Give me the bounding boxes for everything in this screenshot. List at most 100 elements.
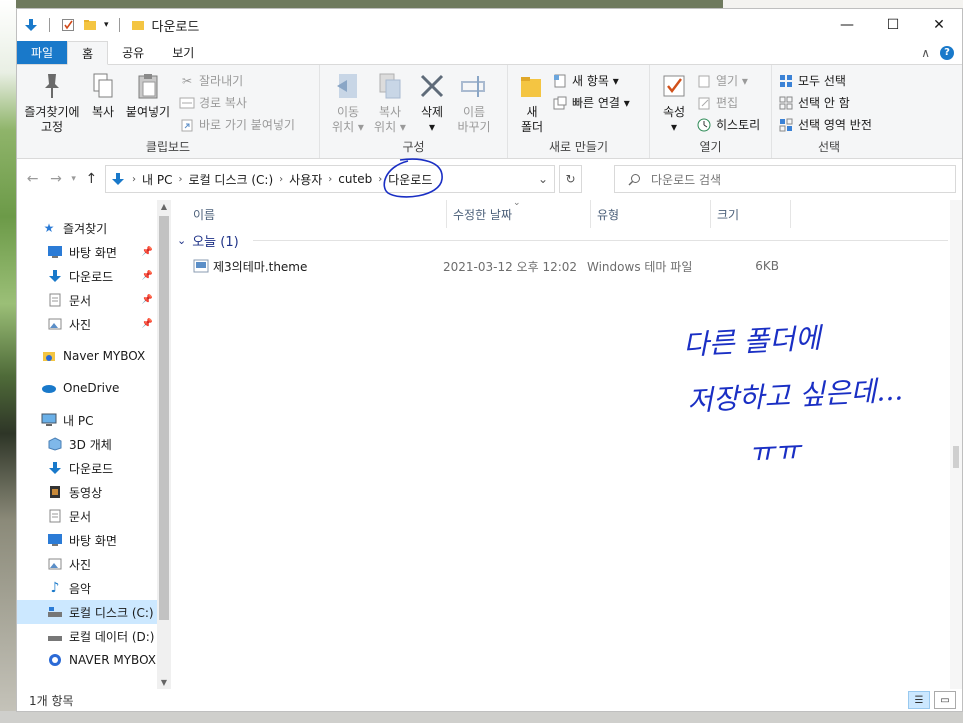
desktop-icon	[47, 244, 63, 260]
invert-selection-button[interactable]: 선택 영역 반전	[778, 115, 872, 134]
ribbon-group-new: 새 폴더 새 항목 ▾ 빠른 연결 ▾ 새로 만들기	[508, 65, 650, 158]
down-arrow-icon[interactable]	[23, 17, 39, 33]
nav-documents[interactable]: 문서	[17, 504, 157, 528]
nav-quick-pictures[interactable]: 사진 📌	[17, 312, 157, 336]
copy-path-button[interactable]: 경로 복사	[179, 93, 295, 112]
easy-access-icon	[552, 95, 568, 111]
nav-local-data-d[interactable]: 로컬 데이터 (D:)	[17, 624, 157, 648]
ribbon-tabs: 파일 홈 공유 보기 ∧ ?	[17, 41, 962, 65]
nav-quick-documents[interactable]: 문서 📌	[17, 288, 157, 312]
nav-music[interactable]: ♪ 음악	[17, 576, 157, 600]
breadcrumb-this-pc[interactable]: 내 PC	[142, 171, 172, 188]
chevron-right-icon[interactable]: ›	[179, 174, 183, 185]
large-icons-view-button[interactable]: ▭	[934, 691, 956, 709]
scroll-up-icon[interactable]: ▲	[157, 202, 171, 211]
pin-icon: 📌	[141, 247, 153, 257]
ribbon-group-open: 속성 ▾ 열기 ▾ 편집 히스토리 열기	[650, 65, 772, 158]
group-header-today[interactable]: ⌄ 오늘 (1)	[177, 228, 948, 252]
copy-icon	[87, 69, 119, 103]
tab-view[interactable]: 보기	[158, 41, 208, 64]
breadcrumb-cuteb[interactable]: cuteb	[338, 172, 372, 186]
easy-access-button[interactable]: 빠른 연결 ▾	[552, 93, 630, 112]
nav-scrollbar[interactable]: ▲ ▼	[157, 200, 171, 689]
nav-downloads[interactable]: 다운로드	[17, 456, 157, 480]
edit-button[interactable]: 편집	[696, 93, 760, 112]
address-bar[interactable]: › 내 PC › 로컬 디스크 (C:) › 사용자 › cuteb › 다운로…	[105, 157, 556, 198]
address-dropdown-icon[interactable]: ⌄	[532, 172, 554, 186]
minimize-button[interactable]: —	[824, 9, 870, 41]
new-item-button[interactable]: 새 항목 ▾	[552, 71, 630, 90]
cut-button[interactable]: ✂ 잘라내기	[179, 71, 295, 90]
status-bar: 1개 항목 ☰ ▭	[17, 689, 962, 711]
scissors-icon: ✂	[181, 73, 193, 88]
mybox-icon	[47, 652, 63, 668]
history-button[interactable]: 히스토리	[696, 115, 760, 134]
select-none-button[interactable]: 선택 안 함	[778, 93, 872, 112]
scroll-down-icon[interactable]: ▼	[157, 678, 171, 687]
folder-icon	[130, 17, 146, 33]
file-modified-cell: 2021-03-12 오후 12:02	[443, 259, 578, 274]
details-view-button[interactable]: ☰	[908, 691, 930, 709]
nav-this-pc[interactable]: 내 PC	[17, 408, 157, 432]
navigation-pane: ★ 즐겨찾기 바탕 화면 📌 다운로드 📌 문서 📌 사진 📌 Naver MY…	[17, 200, 171, 689]
new-folder-icon	[516, 69, 548, 103]
up-button[interactable]: ↑	[82, 171, 101, 187]
chevron-right-icon[interactable]: ›	[328, 174, 332, 185]
content-scrollbar-thumb[interactable]	[953, 446, 959, 468]
maximize-button[interactable]: ☐	[870, 9, 916, 41]
help-icon[interactable]: ?	[940, 45, 954, 60]
customize-dropdown-icon[interactable]: ▾	[104, 20, 109, 30]
column-name[interactable]: 이름	[171, 200, 447, 228]
close-button[interactable]: ✕	[916, 9, 962, 41]
new-folder-icon[interactable]	[82, 17, 98, 33]
star-icon: ★	[43, 221, 55, 235]
chevron-right-icon[interactable]: ›	[279, 174, 283, 185]
nav-videos[interactable]: 동영상	[17, 480, 157, 504]
open-button[interactable]: 열기 ▾	[696, 71, 760, 90]
properties-check-icon[interactable]	[60, 17, 76, 33]
music-note-icon: ♪	[50, 580, 60, 596]
history-icon	[696, 117, 712, 133]
refresh-button[interactable]: ↻	[559, 165, 582, 193]
nav-scrollbar-thumb[interactable]	[159, 216, 169, 620]
ribbon-group-organize: 이동 위치 ▾ 복사 위치 ▾ 삭제 ▾ 이름 바꾸기 구성	[320, 65, 508, 158]
nav-quick-desktop[interactable]: 바탕 화면 📌	[17, 240, 157, 264]
column-modified[interactable]: 수정한 날짜 ⌄	[447, 198, 591, 228]
copy-to-icon	[374, 69, 406, 103]
nav-quick-access[interactable]: ★ 즐겨찾기	[17, 216, 157, 240]
nav-3d-objects[interactable]: 3D 개체	[17, 432, 157, 456]
breadcrumb-downloads[interactable]: 다운로드	[383, 157, 444, 198]
address-row: ← → ▾ ↑ › 내 PC › 로컬 디스크 (C:) › 사용자 › cut…	[17, 157, 962, 199]
nav-quick-downloads[interactable]: 다운로드 📌	[17, 264, 157, 288]
tab-file[interactable]: 파일	[17, 41, 68, 64]
select-all-button[interactable]: 모두 선택	[778, 71, 872, 90]
tab-share[interactable]: 공유	[108, 41, 158, 64]
group-divider	[252, 239, 948, 241]
drive-icon	[47, 604, 63, 620]
invert-selection-icon	[778, 117, 794, 133]
breadcrumb-local-disk[interactable]: 로컬 디스크 (C:)	[189, 171, 274, 188]
nav-onedrive[interactable]: OneDrive	[17, 376, 157, 400]
nav-pictures[interactable]: 사진	[17, 552, 157, 576]
column-size[interactable]: 크기	[711, 200, 791, 228]
pictures-icon	[47, 316, 63, 332]
collapse-ribbon-icon[interactable]: ∧	[921, 46, 930, 60]
recent-locations-button[interactable]: ▾	[70, 174, 78, 184]
paste-shortcut-button[interactable]: 바로 가기 붙여넣기	[179, 115, 295, 134]
nav-local-disk-c[interactable]: 로컬 디스크 (C:)	[17, 600, 157, 624]
tab-home[interactable]: 홈	[67, 41, 109, 65]
nav-desktop[interactable]: 바탕 화면	[17, 528, 157, 552]
desktop-icon	[47, 532, 63, 548]
back-button[interactable]: ←	[23, 171, 42, 187]
column-type[interactable]: 유형	[591, 200, 711, 228]
file-list: 이름 수정한 날짜 ⌄ 유형 크기 ⌄ 오늘 (1) 제3의테마.theme 2…	[171, 198, 962, 689]
file-row[interactable]: 제3의테마.theme 2021-03-12 오후 12:02 Windows …	[171, 255, 962, 277]
forward-button[interactable]: →	[46, 171, 65, 187]
nav-naver-mybox-drive[interactable]: NAVER MYBOX	[17, 648, 157, 672]
handwritten-note-line1: 다른 폴더에	[682, 321, 822, 362]
breadcrumb-users[interactable]: 사용자	[289, 171, 322, 188]
search-box[interactable]: 다운로드 검색	[613, 165, 956, 193]
nav-naver-mybox[interactable]: Naver MYBOX	[17, 344, 157, 368]
content-scrollbar[interactable]	[950, 200, 962, 689]
pin-icon: 📌	[141, 295, 153, 305]
